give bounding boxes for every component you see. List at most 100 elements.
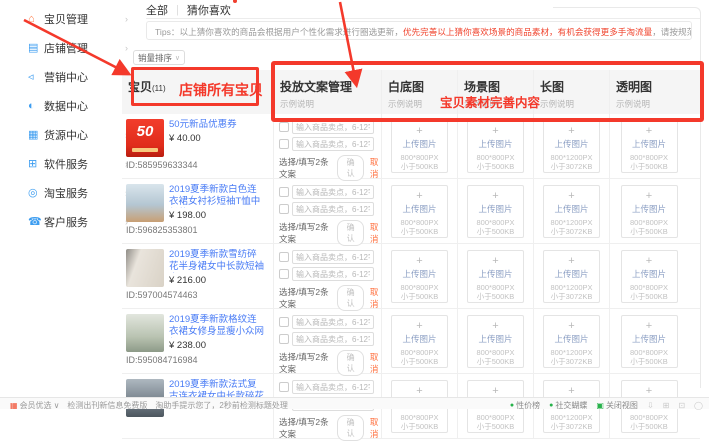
selling-point-input-2[interactable]: [292, 332, 374, 346]
upload-image-button[interactable]: + 上传图片 800*1200PX小于3072KB: [543, 315, 600, 368]
confirm-button[interactable]: 确认: [337, 350, 364, 376]
marketing-icon: ◃: [28, 70, 44, 83]
copy-checkbox-2[interactable]: [279, 334, 289, 344]
selling-point-input-2[interactable]: [292, 202, 374, 216]
tab-all[interactable]: 全部: [146, 2, 168, 18]
tab-guess-you-like[interactable]: 猜你喜欢: [187, 2, 231, 18]
product-title-link[interactable]: 50元新品优惠券: [169, 119, 265, 131]
sidebar-item[interactable]: ◃ 营销中心 ›: [28, 62, 130, 91]
cancel-button[interactable]: 取消: [367, 286, 381, 310]
upload-image-button[interactable]: + 上传图片 800*800PX小于500KB: [467, 315, 524, 368]
example-link[interactable]: 示例说明: [280, 98, 381, 110]
software-service-icon: ⊞: [28, 157, 44, 170]
upload-image-button[interactable]: + 上传图片 800*1200PX小于3072KB: [543, 120, 600, 173]
customer-service-icon: ☎: [28, 215, 44, 228]
plus-icon: +: [392, 321, 447, 332]
selling-point-input-1[interactable]: [292, 120, 374, 134]
cancel-button[interactable]: 取消: [367, 221, 381, 245]
sidebar-item-label: 宝贝管理: [44, 11, 125, 27]
confirm-button[interactable]: 确认: [337, 415, 364, 441]
sidebar-item[interactable]: ▤ 店铺管理 ›: [28, 33, 130, 62]
toolbar-item-1[interactable]: ● 性价榜: [510, 400, 540, 411]
upload-image-button[interactable]: + 上传图片 800*800PX小于500KB: [621, 120, 678, 173]
selling-point-input-2[interactable]: [292, 267, 374, 281]
cancel-button[interactable]: 取消: [367, 416, 381, 440]
upload-image-button[interactable]: + 上传图片 800*800PX小于500KB: [391, 120, 448, 173]
supply-center-icon: ▦: [28, 128, 44, 141]
product-price: ¥ 238.00: [169, 340, 265, 351]
selling-point-input-1[interactable]: [292, 380, 374, 394]
col-long: 长图 示例说明: [533, 70, 609, 114]
cancel-button[interactable]: 取消: [367, 156, 381, 180]
confirm-button[interactable]: 确认: [337, 155, 364, 181]
upload-image-button[interactable]: + 上传图片 800*800PX小于500KB: [621, 250, 678, 303]
sidebar-item[interactable]: ⌂ 宝贝管理 ›: [28, 4, 130, 33]
upload-label: 上传图片: [622, 138, 677, 150]
table-row: 2019夏季新款雪纺碎花半身裙女中长款短袖白 ¥ 216.00 ID:59700…: [122, 244, 700, 309]
example-link[interactable]: 示例说明: [540, 98, 609, 110]
sidebar-item[interactable]: ◐ 数据中心 ›: [28, 91, 130, 120]
upload-image-button[interactable]: + 上传图片 800*800PX小于500KB: [467, 120, 524, 173]
sidebar-item[interactable]: ⊞ 软件服务 ›: [28, 149, 130, 178]
upload-size-hint: 800*800PX小于500KB: [622, 283, 677, 302]
plus-icon: +: [468, 126, 523, 137]
copy-checkbox-1[interactable]: [279, 187, 289, 197]
copy-checkbox-1[interactable]: [279, 317, 289, 327]
confirm-button[interactable]: 确认: [337, 285, 364, 311]
sidebar-item[interactable]: ▦ 货源中心 ›: [28, 120, 130, 149]
product-title-link[interactable]: 2019夏季新款格纹连衣裙女修身显瘦小众网红: [169, 314, 265, 338]
plus-icon: +: [544, 191, 599, 202]
member-select-button[interactable]: ▦ 会员优选 ∨: [10, 400, 59, 411]
toolbar-item-3[interactable]: ▣ 关闭视图: [596, 400, 638, 411]
upload-label: 上传图片: [622, 203, 677, 215]
upload-size-hint: 800*800PX小于500KB: [468, 153, 523, 172]
upload-size-hint: 800*800PX小于500KB: [622, 218, 677, 237]
upload-label: 上传图片: [468, 203, 523, 215]
copy-checkbox-2[interactable]: [279, 139, 289, 149]
copy-checkbox-1[interactable]: [279, 382, 289, 392]
example-link[interactable]: 示例说明: [388, 98, 457, 110]
chevron-down-icon: ∨: [175, 54, 180, 62]
upload-size-hint: 800*800PX小于500KB: [392, 348, 447, 367]
copywriting-cell: 选择/填写2条文案 确认 取消: [273, 179, 381, 243]
sidebar-item[interactable]: ◎ 淘宝服务 ›: [28, 178, 130, 207]
example-link[interactable]: 示例说明: [616, 98, 688, 110]
upload-label: 上传图片: [544, 203, 599, 215]
selling-point-input-1[interactable]: [292, 185, 374, 199]
sidebar-item-label: 数据中心: [44, 98, 125, 114]
upload-image-button[interactable]: + 上传图片 800*800PX小于500KB: [621, 315, 678, 368]
copy-hint: 选择/填写2条文案: [279, 156, 333, 180]
upload-image-button[interactable]: + 上传图片 800*800PX小于500KB: [467, 250, 524, 303]
upload-image-button[interactable]: + 上传图片 800*800PX小于500KB: [621, 185, 678, 238]
cancel-button[interactable]: 取消: [367, 351, 381, 375]
sidebar-item-label: 软件服务: [44, 156, 125, 172]
product-title-link[interactable]: 2019夏季新款雪纺碎花半身裙女中长款短袖白: [169, 249, 265, 273]
upload-image-button[interactable]: + 上传图片 800*800PX小于500KB: [391, 185, 448, 238]
upload-image-button[interactable]: + 上传图片 800*1200PX小于3072KB: [543, 250, 600, 303]
upload-image-button[interactable]: + 上传图片 800*800PX小于500KB: [467, 185, 524, 238]
upload-label: 上传图片: [468, 268, 523, 280]
copy-checkbox-1[interactable]: [279, 122, 289, 132]
confirm-button[interactable]: 确认: [337, 220, 364, 246]
selling-point-input-1[interactable]: [292, 315, 374, 329]
product-image: [126, 314, 164, 352]
product-image: [126, 184, 164, 222]
upload-size-hint: 800*800PX小于500KB: [392, 413, 447, 432]
selling-point-input-1[interactable]: [292, 250, 374, 264]
selling-point-input-2[interactable]: [292, 137, 374, 151]
upload-image-button[interactable]: + 上传图片 800*800PX小于500KB: [391, 250, 448, 303]
plus-icon: +: [544, 321, 599, 332]
sidebar-item[interactable]: ☎ 客户服务 ›: [28, 207, 130, 236]
copy-checkbox-2[interactable]: [279, 204, 289, 214]
copy-checkbox-1[interactable]: [279, 252, 289, 262]
upload-column: + 上传图片 800*800PX小于500KB: [457, 309, 533, 373]
sort-dropdown[interactable]: 销量排序 ∨: [133, 50, 185, 65]
upload-image-button[interactable]: + 上传图片 800*800PX小于500KB: [391, 315, 448, 368]
example-link[interactable]: 示例说明: [464, 98, 533, 110]
toolbar-item-2[interactable]: ● 社交蝴蝶: [549, 400, 587, 411]
copy-checkbox-2[interactable]: [279, 269, 289, 279]
upload-size-hint: 800*800PX小于500KB: [392, 153, 447, 172]
upload-column: + 上传图片 800*1200PX小于3072KB: [533, 179, 609, 243]
product-title-link[interactable]: 2019夏季新款白色连衣裙女衬衫短袖T恤中长款: [169, 184, 265, 208]
upload-image-button[interactable]: + 上传图片 800*1200PX小于3072KB: [543, 185, 600, 238]
